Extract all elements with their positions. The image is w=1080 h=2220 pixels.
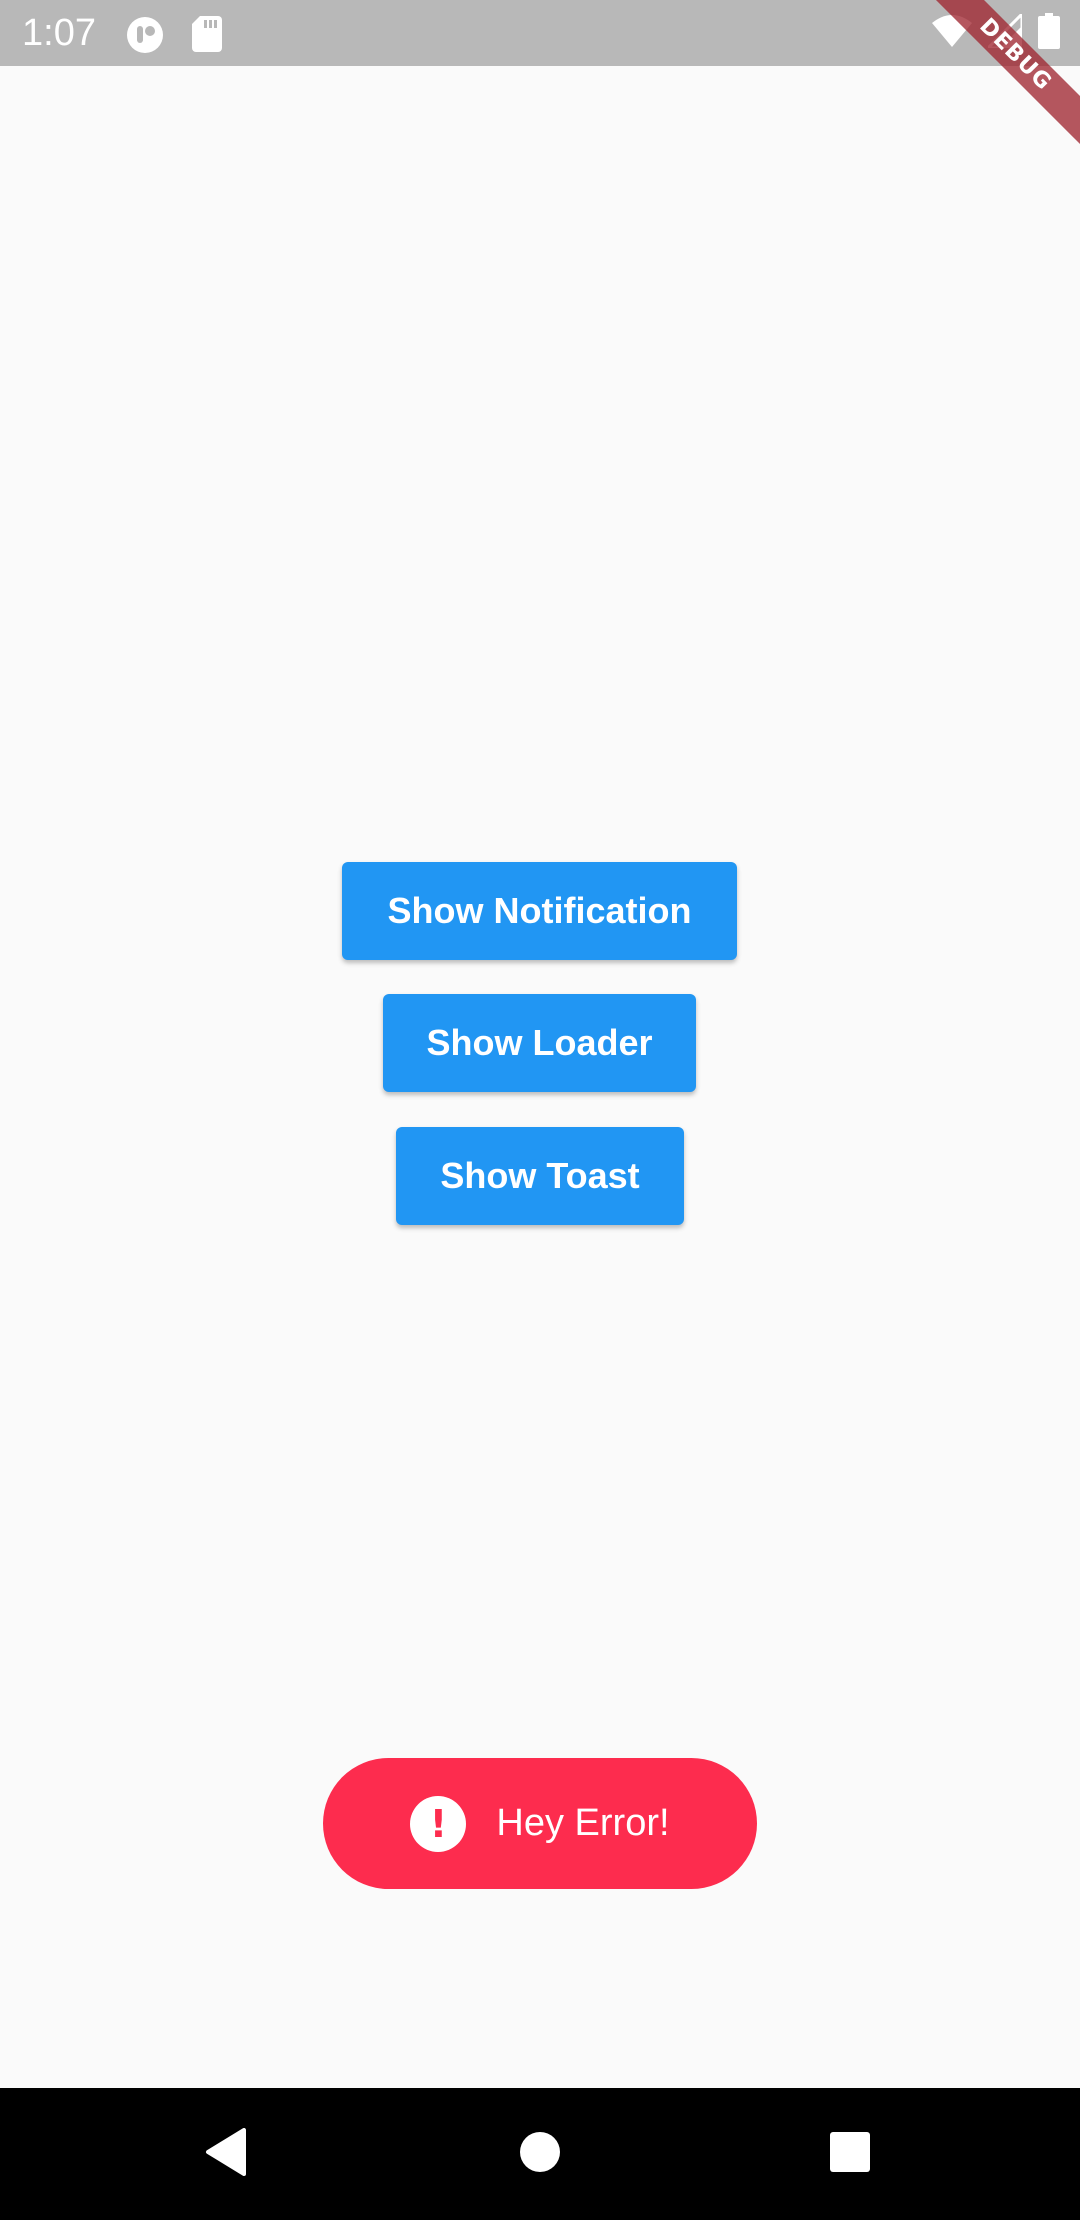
app-notification-icon <box>126 16 163 53</box>
recents-button[interactable] <box>808 2112 892 2196</box>
error-icon: ! <box>410 1795 467 1852</box>
recents-icon <box>829 2131 871 2178</box>
home-button[interactable] <box>498 2112 582 2196</box>
toast-message: Hey Error! <box>496 1802 670 1844</box>
app-screen: 1:07 DEBUG Show Notification Show Loader… <box>0 0 1080 2220</box>
status-bar: 1:07 <box>0 0 1080 66</box>
battery-icon <box>1038 12 1060 54</box>
wifi-icon <box>932 14 972 52</box>
show-notification-button[interactable]: Show Notification <box>342 862 737 960</box>
status-right-icons <box>932 9 1060 54</box>
status-time: 1:07 <box>22 12 96 54</box>
navigation-bar <box>0 2088 1080 2220</box>
cell-signal-icon <box>984 9 1024 53</box>
sd-card-icon <box>192 16 228 52</box>
show-toast-button[interactable]: Show Toast <box>396 1127 684 1225</box>
back-icon <box>204 2127 248 2181</box>
error-toast: ! Hey Error! <box>323 1758 757 1889</box>
home-icon <box>519 2131 561 2178</box>
show-loader-button[interactable]: Show Loader <box>383 994 696 1092</box>
back-button[interactable] <box>184 2112 268 2196</box>
